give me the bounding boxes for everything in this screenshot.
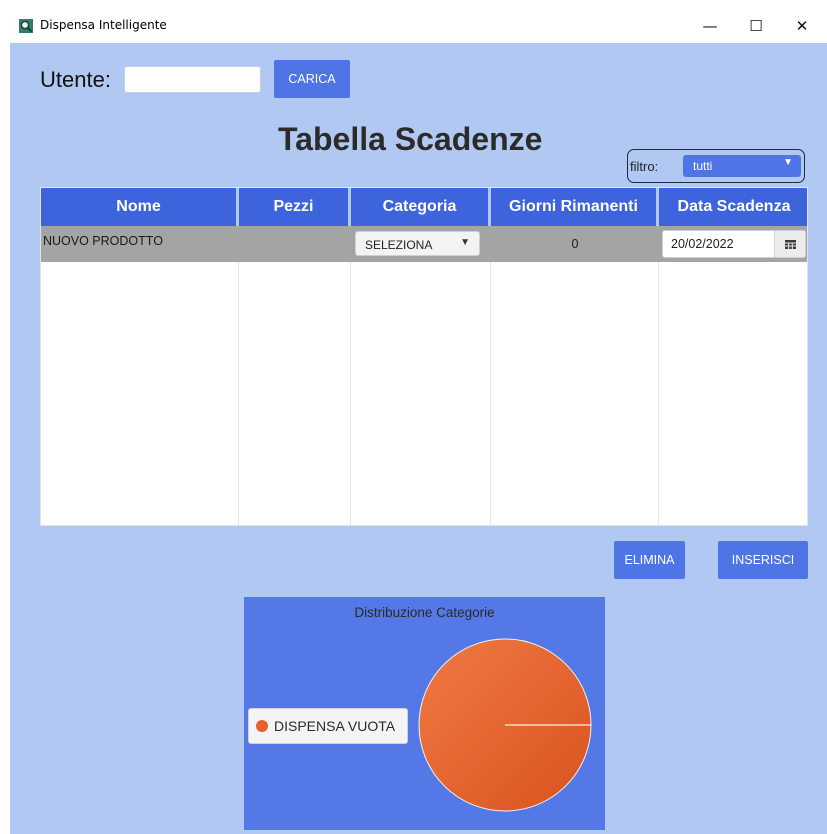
column-divider: [490, 226, 491, 525]
column-header-nome[interactable]: Nome: [41, 188, 239, 226]
maximize-button[interactable]: ☐: [733, 8, 779, 43]
expiry-table: Nome Pezzi Categoria Giorni Rimanenti Da…: [40, 187, 808, 526]
chart-title: Distribuzione Categorie: [354, 605, 495, 620]
chart-legend: DISPENSA VUOTA: [248, 708, 408, 744]
user-label: Utente:: [40, 67, 111, 92]
calendar-icon[interactable]: [774, 231, 805, 257]
date-picker-value: 20/02/2022: [671, 237, 734, 251]
column-header-data-scadenza[interactable]: Data Scadenza: [659, 188, 807, 226]
legend-swatch: [256, 720, 268, 732]
minimize-button[interactable]: —: [687, 8, 733, 43]
delete-button[interactable]: ELIMINA: [614, 541, 685, 579]
column-header-categoria[interactable]: Categoria: [351, 188, 491, 226]
column-header-pezzi[interactable]: Pezzi: [239, 188, 351, 226]
date-picker[interactable]: 20/02/2022: [662, 230, 806, 258]
cell-nome: NUOVO PRODOTTO: [43, 234, 163, 248]
column-divider: [350, 226, 351, 525]
category-select[interactable]: SELEZIONA ▼: [355, 231, 480, 256]
title-bar: Dispensa Intelligente — ☐ ✕: [10, 8, 827, 43]
load-button[interactable]: CARICA: [274, 60, 350, 98]
filter-label: filtro:: [630, 159, 659, 174]
category-pie-chart: Distribuzione Categorie DISPENSA VUOTA: [244, 597, 605, 830]
pie-plot: [418, 638, 592, 812]
window-title: Dispensa Intelligente: [40, 18, 167, 32]
filter-select[interactable]: tutti ▼: [683, 155, 801, 177]
app-icon: [19, 19, 33, 33]
chevron-down-icon: ▼: [783, 157, 793, 168]
column-divider: [238, 226, 239, 525]
chevron-down-icon: ▼: [460, 237, 470, 248]
user-input[interactable]: [124, 66, 261, 93]
filter-group: filtro: tutti ▼: [627, 149, 805, 183]
category-select-value: SELEZIONA: [365, 238, 433, 252]
insert-button[interactable]: INSERISCI: [718, 541, 808, 579]
filter-value: tutti: [693, 159, 713, 173]
app-window: Dispensa Intelligente — ☐ ✕ Utente: CARI…: [10, 8, 827, 834]
table-row[interactable]: NUOVO PRODOTTO SELEZIONA ▼ 0 20/02/2022: [41, 226, 807, 262]
main-content: Utente: CARICA Tabella Scadenze filtro: …: [10, 43, 827, 834]
column-divider: [658, 226, 659, 525]
close-button[interactable]: ✕: [779, 8, 825, 43]
legend-label: DISPENSA VUOTA: [274, 718, 396, 734]
column-header-giorni-rimanenti[interactable]: Giorni Rimanenti: [491, 188, 659, 226]
page-title: Tabella Scadenze: [278, 121, 543, 157]
cell-giorni: 0: [571, 237, 579, 251]
